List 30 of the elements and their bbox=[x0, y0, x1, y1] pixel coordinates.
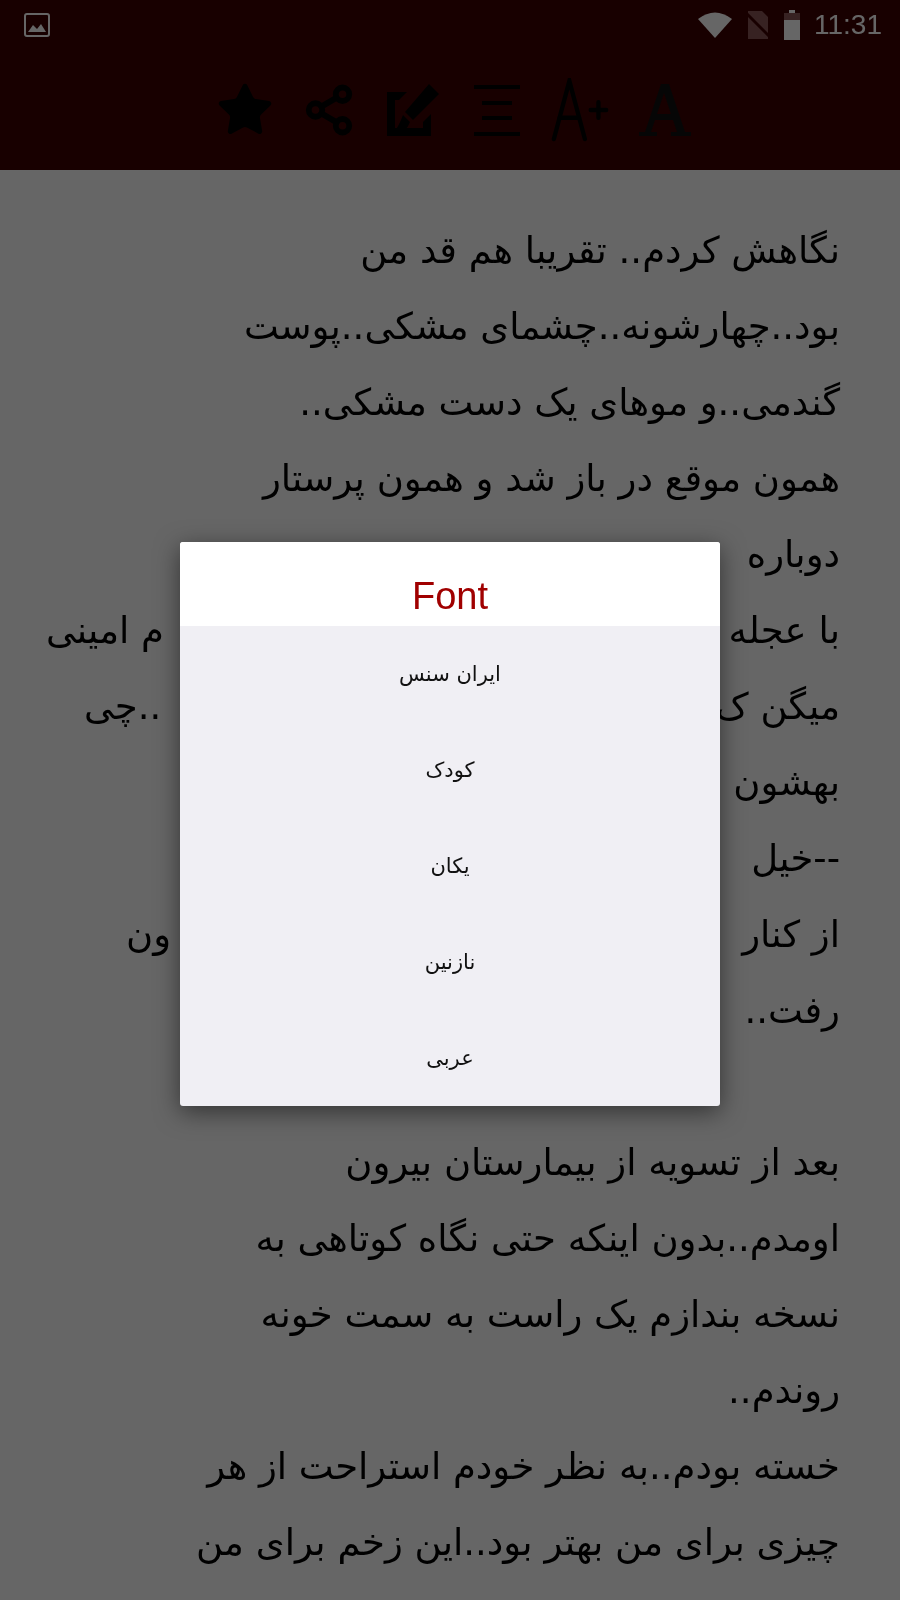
font-option[interactable]: کودک bbox=[180, 722, 720, 818]
battery-icon bbox=[784, 10, 800, 40]
book-text-line: رفت.. bbox=[744, 988, 840, 1032]
book-text-line: گندمی..و موهای یک دست مشکی.. bbox=[299, 380, 840, 424]
font-option[interactable]: نازنین bbox=[180, 914, 720, 1010]
book-text-line: خسته بودم..به نظر خودم استراحت از هر bbox=[207, 1444, 840, 1488]
book-text-line: با عجله bbox=[728, 608, 840, 652]
font-option[interactable]: ایران سنس bbox=[180, 626, 720, 722]
status-time: 11:31 bbox=[814, 9, 882, 41]
image-icon bbox=[24, 13, 50, 37]
book-text-line: نگاهش کردم.. تقریبا هم قد من bbox=[360, 228, 840, 272]
book-text-line: چیزی برای من بهتر بود..این زخم برای من bbox=[195, 1520, 840, 1564]
book-text-line: --خیل bbox=[751, 836, 840, 880]
book-text-line: بود..چهارشونه..چشمای مشکی..پوست bbox=[244, 304, 840, 348]
font-option[interactable]: یکان bbox=[180, 818, 720, 914]
wifi-icon bbox=[698, 12, 732, 38]
book-text-fragment: م امینی bbox=[46, 608, 164, 652]
book-text-line: بعد از تسویه از بیمارستان بیرون bbox=[345, 1140, 840, 1184]
book-text-fragment: ون bbox=[126, 912, 172, 956]
book-text-line: دوباره bbox=[746, 532, 840, 576]
dialog-title: Font bbox=[180, 542, 720, 626]
book-text-line: روندم.. bbox=[728, 1368, 840, 1412]
font-option[interactable]: عربی bbox=[180, 1010, 720, 1106]
book-text-line: نسخه بندازم یک راست به سمت خونه bbox=[260, 1292, 840, 1336]
no-sim-icon bbox=[746, 11, 770, 39]
book-text-fragment: ..چی bbox=[84, 684, 162, 728]
book-text-line: از کنار bbox=[742, 912, 840, 956]
book-text-line: بهشون bbox=[733, 760, 840, 804]
book-text-line: اومدم..بدون اینکه حتی نگاه کوتاهی به bbox=[255, 1216, 840, 1260]
book-text-line: همون موقع در باز شد و همون پرستار bbox=[262, 456, 840, 500]
